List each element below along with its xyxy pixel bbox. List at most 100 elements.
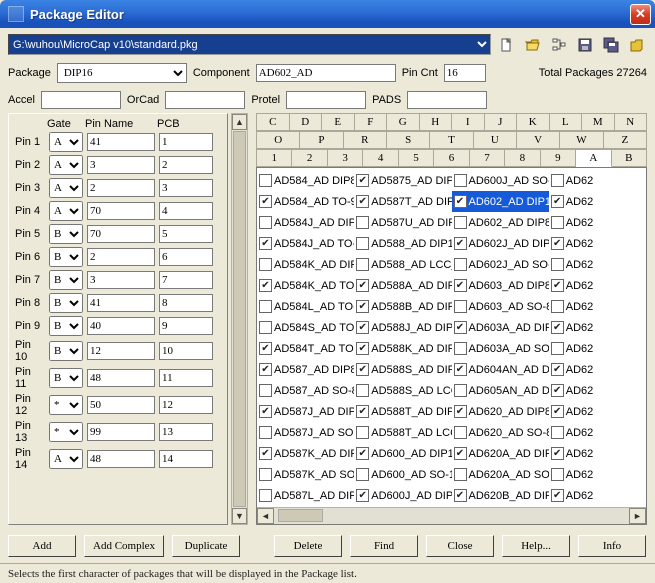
pcb-field[interactable] xyxy=(159,156,213,174)
checkbox-icon[interactable] xyxy=(356,195,369,208)
list-item[interactable]: AD588J_AD DIP16 xyxy=(354,317,451,338)
checkbox-icon[interactable] xyxy=(259,195,272,208)
pinname-field[interactable] xyxy=(87,317,155,335)
list-item[interactable]: AD62 xyxy=(549,254,646,275)
gate-select[interactable]: B xyxy=(49,224,83,244)
open-folder-icon[interactable] xyxy=(627,35,647,55)
list-item[interactable]: AD604AN_AD DIP24 xyxy=(452,359,549,380)
pcb-field[interactable] xyxy=(159,369,213,387)
scroll-right-icon[interactable]: ► xyxy=(629,508,646,524)
tab-P[interactable]: P xyxy=(300,131,343,149)
save-icon[interactable] xyxy=(575,35,595,55)
checkbox-icon[interactable] xyxy=(259,174,272,187)
list-item[interactable]: AD588S_AD DIP16 xyxy=(354,359,451,380)
list-item[interactable]: AD587J_AD SO-8 xyxy=(257,422,354,443)
checkbox-icon[interactable] xyxy=(551,342,564,355)
gate-select[interactable]: B xyxy=(49,316,83,336)
tab-3[interactable]: 3 xyxy=(328,149,363,167)
list-item[interactable]: AD588K_AD DIP16 xyxy=(354,338,451,359)
pcb-field[interactable] xyxy=(159,396,213,414)
list-item[interactable]: AD584S_AD TO-99_8 xyxy=(257,317,354,338)
checkbox-icon[interactable] xyxy=(356,468,369,481)
list-item[interactable]: AD602_AD DIP16 xyxy=(452,191,549,212)
pcb-field[interactable] xyxy=(159,450,213,468)
tab-C[interactable]: C xyxy=(257,113,290,131)
info-button[interactable]: Info xyxy=(578,535,646,557)
tab-A[interactable]: A xyxy=(576,149,611,167)
list-item[interactable]: AD587K_AD SO-8 xyxy=(257,464,354,485)
component-field[interactable] xyxy=(256,64,396,82)
checkbox-icon[interactable] xyxy=(454,405,467,418)
help-button[interactable]: Help... xyxy=(502,535,570,557)
pinname-field[interactable] xyxy=(87,271,155,289)
checkbox-icon[interactable] xyxy=(356,342,369,355)
gate-select[interactable]: B xyxy=(49,341,83,361)
checkbox-icon[interactable] xyxy=(259,258,272,271)
pins-scrollbar[interactable]: ▲ ▼ xyxy=(231,113,248,525)
add-complex-button[interactable]: Add Complex xyxy=(84,535,164,557)
pinname-field[interactable] xyxy=(87,133,155,151)
pcb-field[interactable] xyxy=(159,179,213,197)
list-item[interactable]: AD588_AD LCC_20 xyxy=(354,254,451,275)
pinname-field[interactable] xyxy=(87,423,155,441)
checkbox-icon[interactable] xyxy=(551,447,564,460)
pinname-field[interactable] xyxy=(87,179,155,197)
list-item[interactable]: AD584T_AD TO-99_8 xyxy=(257,338,354,359)
list-item[interactable]: AD603A_AD SO-8 xyxy=(452,338,549,359)
list-item[interactable]: AD584K_AD TO-99_8 xyxy=(257,275,354,296)
tab-J[interactable]: J xyxy=(485,113,518,131)
list-item[interactable]: AD62 xyxy=(549,296,646,317)
checkbox-icon[interactable] xyxy=(454,363,467,376)
checkbox-icon[interactable] xyxy=(259,279,272,292)
tab-L[interactable]: L xyxy=(550,113,583,131)
pinname-field[interactable] xyxy=(87,369,155,387)
list-item[interactable]: AD600_AD SO-16 xyxy=(354,464,451,485)
list-item[interactable]: AD587U_AD DIP8 xyxy=(354,212,451,233)
checkbox-icon[interactable] xyxy=(551,468,564,481)
list-item[interactable]: AD587_AD SO-8 xyxy=(257,380,354,401)
list-item[interactable]: AD62 xyxy=(549,212,646,233)
hierarchy-icon[interactable] xyxy=(549,35,569,55)
list-item[interactable]: AD587_AD DIP8 xyxy=(257,359,354,380)
list-item[interactable]: AD584_AD TO-99_8 xyxy=(257,191,354,212)
tab-E[interactable]: E xyxy=(322,113,355,131)
checkbox-icon[interactable] xyxy=(454,237,467,250)
list-item[interactable]: AD584J_AD DIP8 xyxy=(257,212,354,233)
list-item[interactable]: AD588S_AD LCC_20 xyxy=(354,380,451,401)
checkbox-icon[interactable] xyxy=(259,489,272,502)
checkbox-icon[interactable] xyxy=(356,447,369,460)
pincnt-field[interactable] xyxy=(444,64,486,82)
checkbox-icon[interactable] xyxy=(551,363,564,376)
tab-S[interactable]: S xyxy=(387,131,430,149)
list-item[interactable]: AD620A_AD SO-8 xyxy=(452,464,549,485)
filepath-combo[interactable]: G:\wuhou\MicroCap v10\standard.pkg xyxy=(8,34,491,55)
save-all-icon[interactable] xyxy=(601,35,621,55)
tab-F[interactable]: F xyxy=(355,113,388,131)
list-item[interactable]: AD62 xyxy=(549,191,646,212)
list-item[interactable]: AD588_AD DIP16 xyxy=(354,233,451,254)
list-item[interactable]: AD62 xyxy=(549,443,646,464)
tab-6[interactable]: 6 xyxy=(434,149,469,167)
checkbox-icon[interactable] xyxy=(551,300,564,313)
list-item[interactable]: AD603_AD DIP8 xyxy=(452,275,549,296)
checkbox-icon[interactable] xyxy=(551,174,564,187)
pcb-field[interactable] xyxy=(159,342,213,360)
checkbox-icon[interactable] xyxy=(259,216,272,229)
checkbox-icon[interactable] xyxy=(356,216,369,229)
list-item[interactable]: AD62 xyxy=(549,464,646,485)
close-button[interactable]: Close xyxy=(426,535,494,557)
checkbox-icon[interactable] xyxy=(454,195,467,208)
list-item[interactable]: AD584L_AD TO-99_8 xyxy=(257,296,354,317)
tab-O[interactable]: O xyxy=(257,131,300,149)
list-item[interactable]: AD587J_AD DIP8 xyxy=(257,401,354,422)
checkbox-icon[interactable] xyxy=(259,321,272,334)
tab-4[interactable]: 4 xyxy=(363,149,398,167)
close-window-button[interactable]: ✕ xyxy=(630,4,651,25)
pinname-field[interactable] xyxy=(87,342,155,360)
list-item[interactable]: AD600J_AD DIP16 xyxy=(354,485,451,506)
gate-select[interactable]: B xyxy=(49,270,83,290)
duplicate-button[interactable]: Duplicate xyxy=(172,535,240,557)
list-item[interactable]: AD62 xyxy=(549,422,646,443)
open-icon[interactable] xyxy=(523,35,543,55)
pinname-field[interactable] xyxy=(87,202,155,220)
